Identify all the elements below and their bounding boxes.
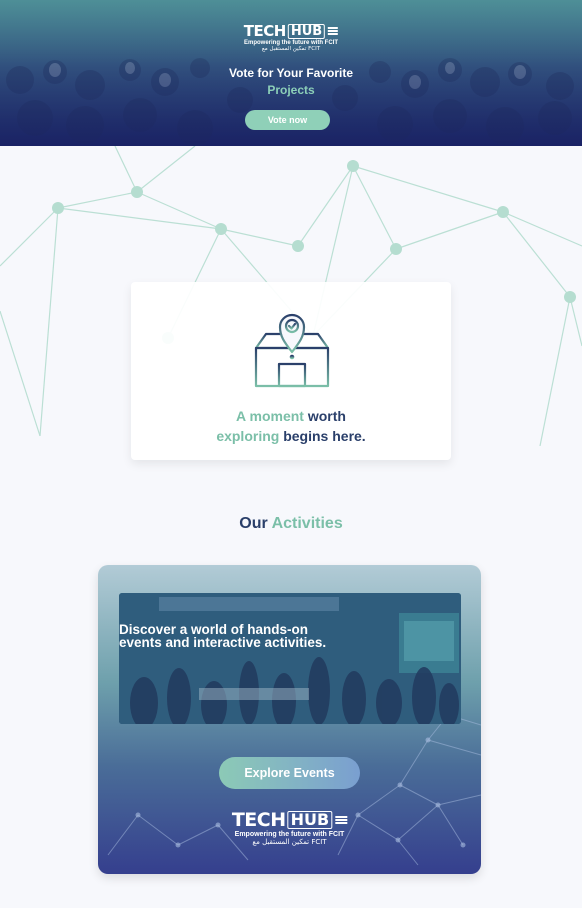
moment-line1-b: worth [307, 408, 346, 424]
vote-now-button[interactable]: Vote now [245, 110, 330, 130]
hero-banner: TECH HUB Empowering the future with FCIT… [0, 0, 582, 146]
activities-photo [119, 593, 461, 724]
logo-tech-text: TECH [231, 809, 286, 831]
logo-tagline: Empowering the future with FCIT [234, 831, 345, 838]
logo-arabic-tagline: تمكين المستقبل مع FCIT [261, 46, 321, 52]
techhub-footer-logo: TECH HUB Empowering the future with FCIT… [231, 809, 348, 846]
techhub-logo: TECH HUB Empowering the future with FCIT… [243, 22, 339, 52]
location-building-icon [254, 313, 330, 388]
event-crowd-image [119, 593, 461, 724]
logo-tech-text: TECH [243, 22, 287, 40]
activities-card-text: Discover a world of hands-on events and … [119, 622, 327, 650]
logo-hub-text: HUB [287, 811, 333, 829]
moment-line2-b: begins here. [283, 428, 366, 444]
moment-card: A moment worth exploring begins here. [131, 282, 451, 460]
logo-bars-icon [335, 816, 348, 824]
activities-heading: Our Activities [0, 515, 582, 533]
hero-subtitle: Projects [267, 83, 315, 97]
logo-hub-text: HUB [287, 23, 326, 39]
moment-line2-a: exploring [216, 428, 284, 444]
activities-heading-a: Our [239, 515, 272, 532]
moment-line1-a: A moment [236, 408, 308, 424]
hero-title: Vote for Your Favorite [228, 66, 354, 80]
activities-card: Discover a world of hands-on events and … [98, 565, 481, 874]
logo-bars-icon [328, 27, 339, 35]
logo-arabic-tagline: تمكين المستقبل مع FCIT [252, 838, 327, 846]
explore-events-button[interactable]: Explore Events [219, 757, 360, 789]
activities-heading-b: Activities [271, 515, 343, 532]
moment-tagline: A moment worth exploring begins here. [131, 406, 451, 446]
